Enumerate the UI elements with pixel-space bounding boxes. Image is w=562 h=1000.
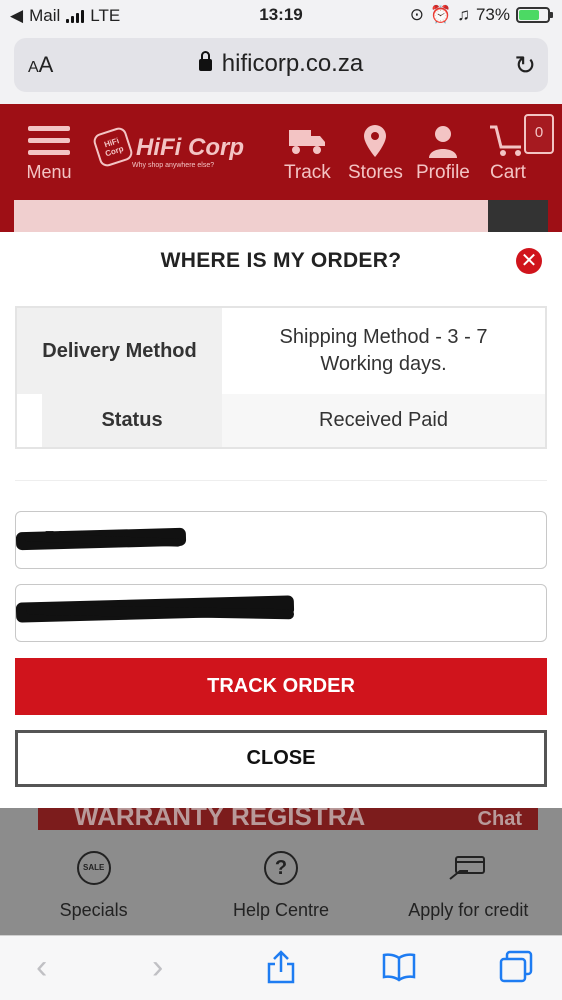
status-value: Received Paid: [222, 394, 545, 447]
divider: [15, 480, 547, 481]
cart-icon: [488, 120, 528, 162]
nav-stores[interactable]: Stores: [348, 120, 403, 184]
nav-cart-label: Cart: [490, 162, 526, 183]
footer-nav: SALE Specials ? Help Centre Apply for cr…: [0, 846, 562, 935]
table-row: Status Received Paid: [17, 394, 545, 447]
battery-percent: 73%: [475, 5, 510, 24]
battery-icon: [516, 7, 553, 23]
back-icon[interactable]: ‹: [36, 948, 47, 987]
hamburger-icon: [22, 126, 76, 155]
nav-stores-label: Stores: [348, 162, 403, 183]
browser-address-area: AA hificorp.co.za ↻: [0, 32, 562, 104]
url-text: hificorp.co.za: [221, 50, 364, 77]
site-header: Menu HiFi Corp HiFi Corp Why shop anywhe…: [0, 104, 562, 232]
orientation-lock-icon: ⊙: [409, 5, 425, 24]
footer-specials-label: Specials: [59, 900, 128, 920]
site-search-bar[interactable]: [14, 200, 548, 232]
delivery-method-label: Delivery Method: [17, 308, 222, 394]
email-field[interactable]: [15, 584, 547, 642]
logo-tagline: Why shop anywhere else?: [132, 162, 215, 169]
cart-count-badge: 0: [524, 114, 554, 154]
status-right: ⊙ ⏰ ♫ 73%: [409, 5, 553, 25]
track-order-button[interactable]: TRACK ORDER: [15, 658, 547, 715]
order-details-table: Delivery Method Shipping Method - 3 - 7 …: [15, 306, 547, 449]
site-logo[interactable]: HiFi Corp HiFi Corp Why shop anywhere el…: [91, 125, 244, 169]
nav-profile-label: Profile: [416, 162, 470, 183]
question-icon: ?: [263, 851, 298, 885]
logo-badge: HiFi Corp: [91, 125, 135, 169]
footer-specials: SALE Specials: [0, 846, 187, 935]
delivery-method-value: Shipping Method - 3 - 7 Working days.: [279, 326, 488, 375]
headphones-icon: ♫: [457, 5, 470, 24]
close-button[interactable]: CLOSE: [15, 730, 547, 787]
modal-title: WHERE IS MY ORDER?: [160, 249, 402, 272]
search-button[interactable]: [488, 200, 548, 232]
footer-help-label: Help Centre: [232, 900, 330, 920]
nav-cart[interactable]: Cart: [488, 120, 528, 184]
footer-help-centre: ? Help Centre: [187, 846, 374, 935]
sale-tag-icon: SALE: [76, 851, 111, 885]
map-pin-icon: [348, 120, 403, 162]
alarm-icon: ⏰: [430, 5, 452, 24]
footer-credit-label: Apply for credit: [408, 900, 529, 920]
logo-name: HiFi Corp: [136, 134, 244, 161]
page-below-overlay: WARRANTY REGISTRA Chat SALE Specials ? H…: [0, 808, 562, 935]
nav-track-label: Track: [284, 162, 331, 183]
status-label: Status: [42, 394, 222, 447]
chat-button: Chat: [477, 808, 522, 830]
reload-icon[interactable]: ↻: [514, 50, 536, 81]
share-icon[interactable]: [266, 950, 296, 993]
menu-button[interactable]: Menu: [22, 126, 76, 183]
credit-card-icon: [375, 846, 562, 890]
user-icon: [416, 120, 470, 162]
nav-profile[interactable]: Profile: [416, 120, 470, 184]
where-is-my-order-modal: WHERE IS MY ORDER? ✕ Delivery Method Shi…: [0, 232, 562, 808]
status-bar: ◀ Mail LTE 13:19 ⊙ ⏰ ♫ 73%: [0, 0, 562, 32]
order-number-field[interactable]: 50120630: [15, 511, 547, 569]
truck-icon: [284, 120, 331, 162]
close-icon[interactable]: ✕: [516, 248, 542, 274]
forward-icon[interactable]: ›: [152, 948, 163, 987]
url-field[interactable]: hificorp.co.za: [14, 50, 548, 78]
warranty-banner: WARRANTY REGISTRA: [38, 808, 538, 830]
menu-label: Menu: [26, 162, 72, 182]
address-bar[interactable]: AA hificorp.co.za ↻: [14, 38, 548, 92]
tabs-icon[interactable]: [498, 950, 534, 993]
lock-icon: [198, 51, 212, 71]
browser-toolbar: ‹ ›: [0, 935, 562, 1000]
footer-apply-credit: Apply for credit: [375, 846, 562, 935]
bookmarks-icon[interactable]: [382, 952, 416, 991]
nav-track[interactable]: Track: [284, 120, 331, 184]
table-row: Delivery Method Shipping Method - 3 - 7 …: [17, 308, 545, 394]
